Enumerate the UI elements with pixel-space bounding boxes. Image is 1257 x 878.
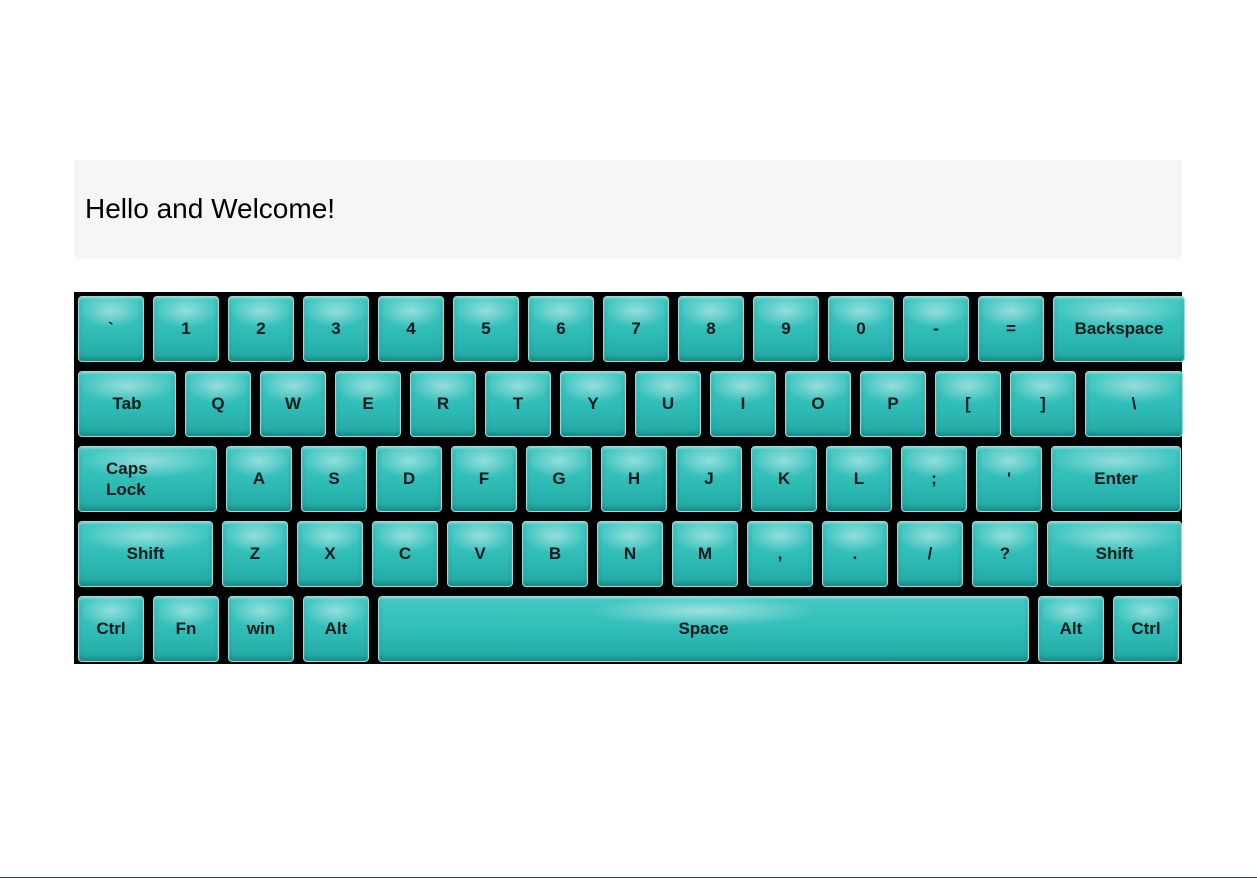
key-backtick[interactable]: ` (78, 296, 144, 362)
key-b[interactable]: B (522, 521, 588, 587)
key-right-bracket[interactable]: ] (1010, 371, 1076, 437)
key-t[interactable]: T (485, 371, 551, 437)
key-right-ctrl[interactable]: Ctrl (1113, 596, 1179, 662)
key-win[interactable]: win (228, 596, 294, 662)
key-equals[interactable]: = (978, 296, 1044, 362)
keyboard-row: Ctrl Fn win Alt Space Alt Ctrl (78, 596, 1179, 662)
key-u[interactable]: U (635, 371, 701, 437)
key-8[interactable]: 8 (678, 296, 744, 362)
text-display: Hello and Welcome! (74, 160, 1182, 259)
key-z[interactable]: Z (222, 521, 288, 587)
key-h[interactable]: H (601, 446, 667, 512)
key-s[interactable]: S (301, 446, 367, 512)
key-4[interactable]: 4 (378, 296, 444, 362)
keyboard-row: Tab Q W E R T Y U I O P[] \ (78, 371, 1183, 437)
key-9[interactable]: 9 (753, 296, 819, 362)
key-question[interactable]: ? (972, 521, 1038, 587)
key-5[interactable]: 5 (453, 296, 519, 362)
key-c[interactable]: C (372, 521, 438, 587)
key-left-shift[interactable]: Shift (78, 521, 213, 587)
key-o[interactable]: O (785, 371, 851, 437)
keyboard-row: Caps Lock A S D F G H J K L; ' Enter (78, 446, 1181, 512)
key-slash[interactable]: / (897, 521, 963, 587)
key-d[interactable]: D (376, 446, 442, 512)
key-g[interactable]: G (526, 446, 592, 512)
keyboard-row: Shift Z X C V B N M,. /? Shift (78, 521, 1182, 587)
key-w[interactable]: W (260, 371, 326, 437)
key-left-ctrl[interactable]: Ctrl (78, 596, 144, 662)
key-backslash[interactable]: \ (1085, 371, 1183, 437)
virtual-keyboard: ` 1 2 3 4 5 6 7 8 9 0- = Backspace Tab Q W E R T Y U I O P[] \ Ca… (74, 292, 1185, 664)
key-backspace[interactable]: Backspace (1053, 296, 1185, 362)
key-e[interactable]: E (335, 371, 401, 437)
key-f[interactable]: F (451, 446, 517, 512)
key-minus[interactable]: - (903, 296, 969, 362)
key-6[interactable]: 6 (528, 296, 594, 362)
key-n[interactable]: N (597, 521, 663, 587)
key-caps-lock[interactable]: Caps Lock (78, 446, 217, 512)
key-tab[interactable]: Tab (78, 371, 176, 437)
key-l[interactable]: L (826, 446, 892, 512)
key-k[interactable]: K (751, 446, 817, 512)
key-left-alt[interactable]: Alt (303, 596, 369, 662)
key-fn[interactable]: Fn (153, 596, 219, 662)
key-p[interactable]: P (860, 371, 926, 437)
key-period[interactable]: . (822, 521, 888, 587)
key-0[interactable]: 0 (828, 296, 894, 362)
key-i[interactable]: I (710, 371, 776, 437)
key-r[interactable]: R (410, 371, 476, 437)
key-left-bracket[interactable]: [ (935, 371, 1001, 437)
keyboard-row: ` 1 2 3 4 5 6 7 8 9 0- = Backspace (78, 296, 1185, 362)
key-q[interactable]: Q (185, 371, 251, 437)
key-3[interactable]: 3 (303, 296, 369, 362)
key-7[interactable]: 7 (603, 296, 669, 362)
key-2[interactable]: 2 (228, 296, 294, 362)
key-semicolon[interactable]: ; (901, 446, 967, 512)
key-a[interactable]: A (226, 446, 292, 512)
key-quote[interactable]: ' (976, 446, 1042, 512)
key-enter[interactable]: Enter (1051, 446, 1181, 512)
key-m[interactable]: M (672, 521, 738, 587)
key-v[interactable]: V (447, 521, 513, 587)
display-text: Hello and Welcome! (85, 192, 336, 224)
key-x[interactable]: X (297, 521, 363, 587)
key-comma[interactable]: , (747, 521, 813, 587)
key-y[interactable]: Y (560, 371, 626, 437)
key-right-alt[interactable]: Alt (1038, 596, 1104, 662)
key-1[interactable]: 1 (153, 296, 219, 362)
key-right-shift[interactable]: Shift (1047, 521, 1182, 587)
key-space[interactable]: Space (378, 596, 1029, 662)
key-j[interactable]: J (676, 446, 742, 512)
